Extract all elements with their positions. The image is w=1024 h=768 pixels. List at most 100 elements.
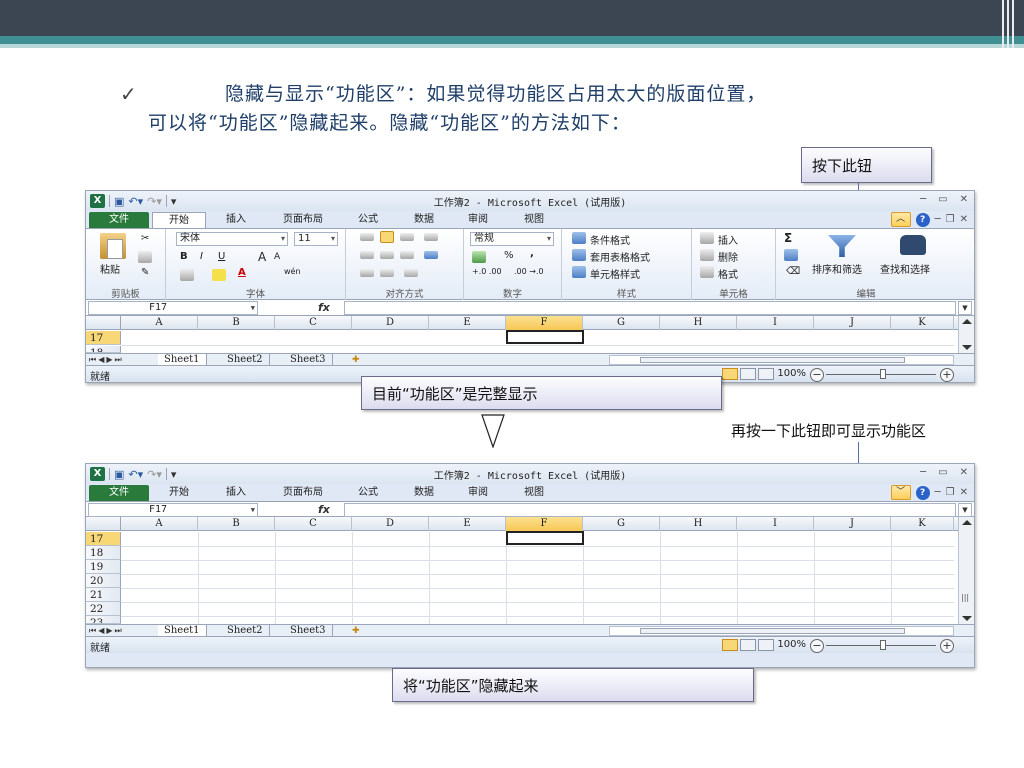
zoom-slider-knob[interactable]: [880, 369, 886, 379]
format-painter-icon[interactable]: ✎: [141, 267, 149, 278]
scroll-thumb-grip[interactable]: |||: [961, 593, 969, 602]
column-header-j[interactable]: J: [814, 316, 891, 330]
horizontal-scrollbar[interactable]: [609, 355, 954, 365]
expand-formula-bar-icon[interactable]: ▼: [958, 503, 972, 517]
insert-cells-button[interactable]: 插入: [718, 232, 738, 247]
fill-color-icon[interactable]: [212, 269, 226, 281]
column-header-k[interactable]: K: [891, 316, 954, 330]
tab-page-layout[interactable]: 页面布局: [271, 485, 335, 501]
restore-workbook-icon[interactable]: ❐: [946, 487, 955, 498]
merge-center-icon[interactable]: [424, 251, 438, 259]
column-header-j[interactable]: J: [814, 517, 891, 531]
decrease-decimal-button[interactable]: .00 →.0: [514, 267, 544, 276]
row-header-18[interactable]: 18: [86, 346, 121, 353]
increase-decimal-button[interactable]: +.0 .00: [472, 267, 502, 276]
page-layout-view-icon[interactable]: [740, 368, 756, 380]
column-header-f[interactable]: F: [506, 517, 583, 531]
close-icon[interactable]: ✕: [960, 467, 968, 478]
help-icon[interactable]: ?: [915, 212, 930, 227]
tab-home[interactable]: 开始: [152, 485, 206, 501]
tab-page-layout[interactable]: 页面布局: [271, 212, 335, 228]
select-all-corner[interactable]: [86, 517, 121, 531]
font-name-combo[interactable]: 宋体: [176, 232, 288, 246]
conditional-format-button[interactable]: 条件格式: [590, 232, 630, 247]
cell-styles-button[interactable]: 单元格样式: [590, 266, 640, 281]
close-workbook-icon[interactable]: ✕: [960, 487, 968, 498]
font-color-button[interactable]: A: [238, 267, 246, 278]
increase-indent-icon[interactable]: [380, 269, 394, 277]
worksheet-grid[interactable]: A B C D E F G H I J K 17 18 19 20 21 22 …: [86, 517, 974, 624]
copy-icon[interactable]: [138, 251, 152, 263]
formula-input[interactable]: [344, 301, 956, 315]
restore-icon[interactable]: ▭: [938, 194, 947, 205]
horizontal-scroll-thumb[interactable]: [640, 357, 905, 363]
decrease-indent-icon[interactable]: [360, 269, 374, 277]
paste-label[interactable]: 粘贴: [100, 261, 120, 276]
row-header-22[interactable]: 22: [86, 602, 121, 616]
minimize-icon[interactable]: ─: [920, 194, 926, 205]
insert-function-button[interactable]: fx: [318, 503, 330, 516]
column-header-b[interactable]: B: [198, 316, 275, 330]
find-select-button[interactable]: 查找和选择: [880, 261, 930, 276]
format-cells-icon[interactable]: [700, 266, 714, 278]
cut-icon[interactable]: ✂: [141, 233, 149, 244]
column-header-e[interactable]: E: [429, 517, 506, 531]
grow-font-button[interactable]: A: [258, 250, 266, 264]
name-box[interactable]: F17: [88, 503, 258, 517]
tab-home[interactable]: 开始: [152, 212, 206, 228]
column-header-c[interactable]: C: [275, 517, 352, 531]
column-header-b[interactable]: B: [198, 517, 275, 531]
zoom-level[interactable]: 100%: [777, 639, 806, 650]
page-break-view-icon[interactable]: [758, 368, 774, 380]
row-header-23[interactable]: 23: [86, 616, 121, 624]
format-as-table-button[interactable]: 套用表格格式: [590, 249, 650, 264]
column-header-g[interactable]: G: [583, 316, 660, 330]
row-header-18[interactable]: 18: [86, 546, 121, 560]
active-cell-f17[interactable]: [506, 531, 584, 545]
accounting-format-icon[interactable]: [472, 251, 486, 263]
underline-button[interactable]: U: [218, 251, 225, 262]
tab-view[interactable]: 视图: [514, 485, 554, 501]
paste-icon[interactable]: [100, 233, 126, 259]
column-header-g[interactable]: G: [583, 517, 660, 531]
page-break-view-icon[interactable]: [758, 639, 774, 651]
expand-ribbon-button[interactable]: ﹀: [890, 485, 911, 500]
tab-formulas[interactable]: 公式: [348, 212, 388, 228]
column-header-d[interactable]: D: [352, 517, 429, 531]
restore-icon[interactable]: ▭: [938, 467, 947, 478]
normal-view-icon[interactable]: [722, 639, 738, 651]
column-header-k[interactable]: K: [891, 517, 954, 531]
percent-button[interactable]: %: [504, 250, 514, 261]
column-header-i[interactable]: I: [737, 517, 814, 531]
minimize-workbook-icon[interactable]: ─: [935, 487, 941, 498]
column-header-c[interactable]: C: [275, 316, 352, 330]
conditional-format-icon[interactable]: [572, 232, 586, 244]
delete-cells-icon[interactable]: [700, 249, 714, 261]
align-center-icon[interactable]: [380, 251, 394, 259]
format-as-table-icon[interactable]: [572, 249, 586, 261]
insert-function-button[interactable]: fx: [318, 301, 330, 314]
zoom-out-button[interactable]: −: [810, 639, 824, 653]
clear-icon[interactable]: ⌫: [786, 266, 800, 277]
vertical-scrollbar[interactable]: |||: [958, 517, 974, 624]
restore-workbook-icon[interactable]: ❐: [946, 214, 955, 225]
tab-view[interactable]: 视图: [514, 212, 554, 228]
align-right-icon[interactable]: [400, 251, 414, 259]
tab-insert[interactable]: 插入: [214, 212, 258, 228]
align-bottom-icon[interactable]: [400, 233, 414, 241]
row-header-17[interactable]: 17: [86, 331, 121, 345]
row-header-17[interactable]: 17: [86, 532, 121, 546]
row-header-19[interactable]: 19: [86, 560, 121, 574]
zoom-in-button[interactable]: +: [940, 639, 954, 653]
tab-insert[interactable]: 插入: [214, 485, 258, 501]
number-format-combo[interactable]: 常规: [470, 232, 554, 246]
scroll-down-icon[interactable]: [962, 345, 972, 350]
page-layout-view-icon[interactable]: [740, 639, 756, 651]
zoom-slider-knob[interactable]: [880, 640, 886, 650]
sort-filter-button[interactable]: 排序和筛选: [812, 261, 862, 276]
align-middle-icon[interactable]: [380, 231, 394, 243]
zoom-level[interactable]: 100%: [777, 368, 806, 379]
wrap-text-icon[interactable]: [424, 233, 438, 241]
shrink-font-button[interactable]: A: [274, 252, 280, 262]
cell-styles-icon[interactable]: [572, 266, 586, 278]
